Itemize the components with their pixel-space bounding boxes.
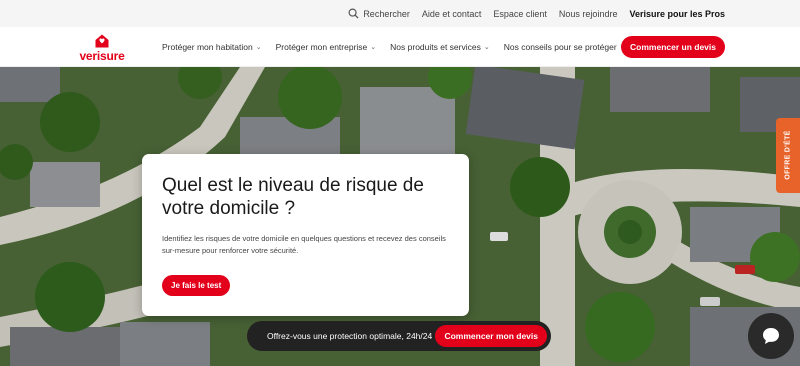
chat-button[interactable]	[748, 313, 794, 359]
nav-menu: Protéger mon habitation ⌄ Protéger mon e…	[162, 27, 626, 67]
brand-name: verisure	[79, 49, 125, 63]
help-contact-link[interactable]: Aide et contact	[422, 9, 482, 19]
pros-link[interactable]: Verisure pour les Pros	[629, 9, 725, 19]
utility-bar: Rechercher Aide et contact Espace client…	[0, 0, 800, 27]
chevron-down-icon: ⌄	[370, 44, 377, 51]
nav-item-label: Protéger mon habitation	[162, 42, 253, 52]
nav-item-protect-business[interactable]: Protéger mon entreprise ⌄	[276, 42, 377, 52]
brand-logo[interactable]: verisure	[72, 33, 132, 63]
nav-item-label: Protéger mon entreprise	[275, 42, 368, 52]
take-test-button[interactable]: Je fais le test	[162, 275, 231, 296]
join-us-link[interactable]: Nous rejoindre	[559, 9, 618, 19]
chat-icon	[763, 328, 779, 344]
summer-offer-label: OFFRE D'ÉTÉ	[784, 130, 792, 180]
nav-item-label: Nos conseils pour se protéger	[503, 42, 617, 52]
search-label: Rechercher	[363, 8, 410, 19]
main-nav: verisure Protéger mon habitation ⌄ Proté…	[0, 27, 800, 67]
chevron-down-icon: ⌄	[255, 44, 262, 51]
sticky-bar-text: Offrez-vous une protection optimale, 24h…	[267, 331, 433, 341]
chevron-down-icon: ⌄	[483, 44, 490, 51]
hero-description: Identifiez les risques de votre domicile…	[162, 234, 446, 255]
hero-title: Quel est le niveau de risque de votre do…	[162, 175, 424, 219]
nav-item-advice[interactable]: Nos conseils pour se protéger ⌄	[504, 42, 626, 52]
search-link[interactable]: Rechercher	[348, 8, 410, 19]
house-logo-icon	[95, 34, 109, 48]
start-quote-button[interactable]: Commencer un devis	[621, 36, 725, 58]
nav-item-protect-home[interactable]: Protéger mon habitation ⌄	[162, 42, 262, 52]
client-space-link[interactable]: Espace client	[493, 9, 547, 19]
sticky-quote-bar: Offrez-vous une protection optimale, 24h…	[247, 321, 551, 351]
nav-item-products[interactable]: Nos produits et services ⌄	[390, 42, 490, 52]
risk-test-card: Quel est le niveau de risque de votre do…	[142, 154, 469, 316]
start-my-quote-button[interactable]: Commencer mon devis	[435, 325, 547, 347]
summer-offer-tab[interactable]: OFFRE D'ÉTÉ	[776, 118, 800, 193]
nav-item-label: Nos produits et services	[390, 42, 481, 52]
search-icon	[348, 8, 359, 19]
